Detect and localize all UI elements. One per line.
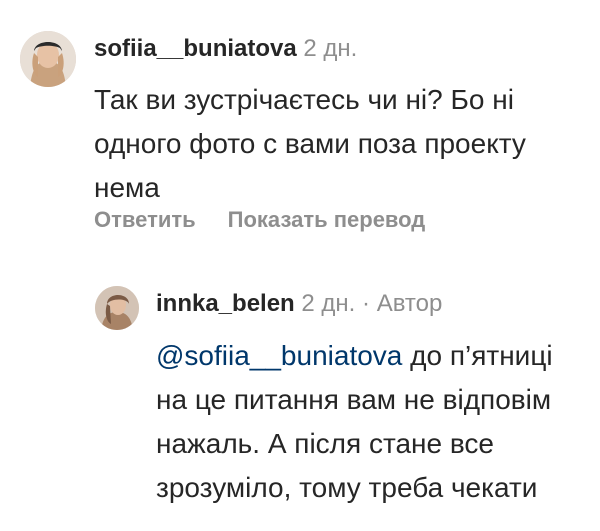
- comment-header: sofiia__buniatova 2 дн.: [94, 34, 357, 64]
- user-avatar-image: [95, 286, 139, 330]
- avatar[interactable]: [95, 286, 139, 330]
- avatar[interactable]: [20, 31, 76, 87]
- reply-header: innka_belen 2 дн. · Автор: [156, 289, 442, 319]
- comment-username[interactable]: sofiia__buniatova: [94, 35, 297, 62]
- separator-dot: ·: [362, 290, 371, 317]
- comment-actions: Ответить Показать перевод: [94, 206, 425, 234]
- reply-button[interactable]: Ответить: [94, 206, 196, 234]
- reply-text: @sofiia__buniatova до п’ятниці на це пит…: [156, 334, 586, 510]
- reply-time: 2 дн.: [301, 290, 356, 317]
- comment-time: 2 дн.: [303, 35, 358, 62]
- author-label: Автор: [376, 290, 443, 317]
- user-avatar-image: [20, 31, 76, 87]
- comment-text: Так ви зустрічаєтесь чи ні? Бо ні одного…: [94, 84, 526, 203]
- show-translation-button[interactable]: Показать перевод: [228, 206, 426, 234]
- reply-username[interactable]: innka_belen: [156, 290, 295, 317]
- mention-link[interactable]: @sofiia__buniatova: [156, 340, 402, 371]
